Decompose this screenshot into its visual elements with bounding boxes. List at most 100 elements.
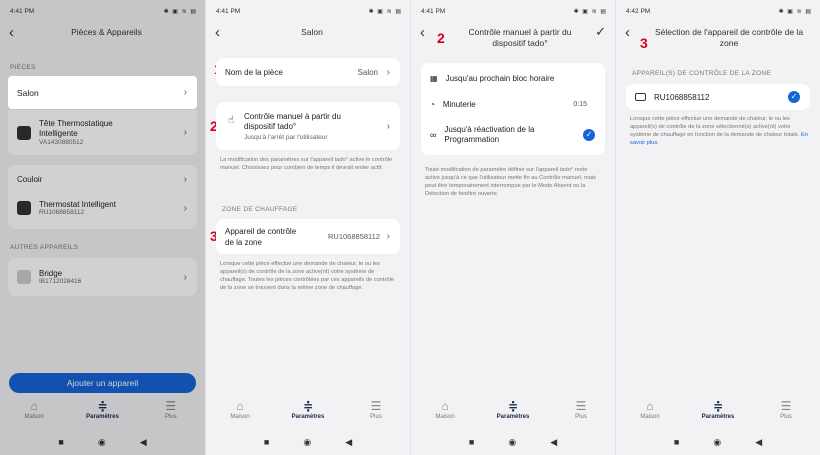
thermostat-icon <box>635 93 646 101</box>
page-title: Sélection de l'appareil de contrôle de l… <box>654 27 804 48</box>
tab-bar: ⌂ Maison ≑ Paramètres ☰ Plus <box>206 398 410 430</box>
checkmark-icon[interactable]: ✓ <box>595 24 606 40</box>
device-tete[interactable]: Tête Thermostatique Intelligente VA14308… <box>8 110 197 155</box>
tab-label: Maison <box>640 414 660 420</box>
recents-icon[interactable]: ■ <box>469 437 474 447</box>
status-bar: 4:41 PM ✱ ▣ ≋ ▤ <box>216 6 402 16</box>
option-reactivation[interactable]: ∞ Jusqu'à réactivation de la Programmati… <box>421 121 605 149</box>
android-navbar: ■ ◉ ◀ <box>616 434 820 450</box>
back-nav-icon[interactable]: ◀ <box>345 437 352 448</box>
annotation-number: 3 <box>640 35 648 51</box>
status-icons: ✱ ▣ ≋ ▤ <box>573 8 607 15</box>
tab-parametres[interactable]: ≑ Paramètres <box>72 398 132 430</box>
tab-maison[interactable]: ⌂ Maison <box>4 398 64 430</box>
option-label: Jusqu'à réactivation de la Programmation <box>444 125 535 144</box>
option-minuterie[interactable]: ◔ Minuterie 0:15 <box>421 93 605 115</box>
chevron-right-icon: › <box>183 87 187 98</box>
section-appareils: APPAREIL(S) DE CONTRÔLE DE LA ZONE <box>632 70 772 77</box>
page-title: Salon <box>301 27 323 37</box>
status-icons: ✱ ▣ ≋ ▤ <box>163 8 197 15</box>
tab-maison[interactable]: ⌂ Maison <box>415 398 475 430</box>
android-navbar: ■ ◉ ◀ <box>206 434 410 450</box>
home-button-icon[interactable]: ◉ <box>98 437 106 448</box>
info-note: Lorsque cette pièce effectue une demande… <box>630 115 808 147</box>
screen-controle-manuel: 4:41 PM ✱ ▣ ≋ ▤ ‹ 2 Contrôle manuel à pa… <box>410 0 615 455</box>
home-icon: ⌂ <box>236 399 244 413</box>
recents-icon[interactable]: ■ <box>58 437 63 447</box>
tab-label: Paramètres <box>701 414 735 420</box>
page-title: Contrôle manuel à partir du dispositif t… <box>468 27 572 48</box>
option-label: Jusqu'au prochain bloc horaire <box>445 73 555 83</box>
back-nav-icon[interactable]: ◀ <box>755 437 762 448</box>
room-card-couloir[interactable]: Couloir › Thermostat Intelligent RU106885… <box>8 165 197 229</box>
row-sub: Jusqu'à l'arrêt par l'utilisateur <box>244 133 328 141</box>
menu-icon: ☰ <box>370 399 382 413</box>
option-prochain-bloc[interactable]: ▦ Jusqu'au prochain bloc horaire <box>421 67 605 89</box>
home-button-icon[interactable]: ◉ <box>508 437 516 448</box>
row-controle-manuel[interactable]: Contrôle manuel à partir du dispositif t… <box>216 102 400 150</box>
back-arrow-icon[interactable]: ‹ <box>9 25 14 40</box>
page-title: Pièces & Appareils <box>71 27 142 37</box>
status-bar: 4:41 PM ✱ ▣ ≋ ▤ <box>10 6 197 16</box>
tab-label: Paramètres <box>291 414 325 420</box>
tab-bar: ⌂ Maison ≑ Paramètres ☰ Plus <box>411 398 615 430</box>
infinity-icon: ∞ <box>430 130 437 140</box>
chevron-right-icon: › <box>183 127 187 138</box>
device-bridge[interactable]: Bridge IB1712028416 › <box>8 258 197 296</box>
row-nom-piece[interactable]: Nom de la pièce Salon › <box>216 58 400 86</box>
selected-check-icon: ✓ <box>788 91 800 103</box>
add-device-button[interactable]: Ajouter un appareil <box>9 373 196 393</box>
status-icons: ✱ ▣ ≋ ▤ <box>778 8 812 15</box>
back-arrow-icon[interactable]: ‹ <box>625 25 630 40</box>
status-bar: 4:41 PM ✱ ▣ ≋ ▤ <box>421 6 607 16</box>
tab-bar: ⌂ Maison ≑ Paramètres ☰ Plus <box>0 398 205 430</box>
tab-plus[interactable]: ☰ Plus <box>551 398 611 430</box>
tab-maison[interactable]: ⌂ Maison <box>620 398 680 430</box>
option-label: Minuterie <box>442 99 476 109</box>
tab-maison[interactable]: ⌂ Maison <box>210 398 270 430</box>
row-appareil-controle[interactable]: Appareil de contrôle de la zone RU106885… <box>216 219 400 254</box>
status-time: 4:41 PM <box>421 7 446 15</box>
status-time: 4:42 PM <box>626 7 651 15</box>
status-time: 4:41 PM <box>10 7 35 15</box>
home-button-icon[interactable]: ◉ <box>713 437 721 448</box>
back-arrow-icon[interactable]: ‹ <box>215 25 220 40</box>
thermostat-icon <box>17 201 31 215</box>
tab-plus[interactable]: ☰ Plus <box>141 398 201 430</box>
row-label: Appareil de contrôle de la zone <box>225 226 297 247</box>
section-pieces: PIÈCES <box>10 64 36 71</box>
sliders-icon: ≑ <box>302 399 314 413</box>
tab-parametres[interactable]: ≑ Paramètres <box>278 398 338 430</box>
header: ‹ Salon <box>206 22 410 50</box>
tab-bar: ⌂ Maison ≑ Paramètres ☰ Plus <box>616 398 820 430</box>
recents-icon[interactable]: ■ <box>674 437 679 447</box>
back-arrow-icon[interactable]: ‹ <box>420 25 425 40</box>
chevron-right-icon: › <box>183 202 187 214</box>
row-value: Salon <box>357 67 378 77</box>
device-option[interactable]: RU1068858112 ✓ <box>626 84 810 110</box>
tab-label: Maison <box>230 414 250 420</box>
calendar-icon: ▦ <box>430 73 438 83</box>
tab-parametres[interactable]: ≑ Paramètres <box>483 398 543 430</box>
sliders-icon: ≑ <box>712 399 724 413</box>
tab-plus[interactable]: ☰ Plus <box>346 398 406 430</box>
tab-label: Plus <box>370 414 382 420</box>
back-nav-icon[interactable]: ◀ <box>550 437 557 448</box>
status-bar: 4:42 PM ✱ ▣ ≋ ▤ <box>626 6 812 16</box>
recents-icon[interactable]: ■ <box>264 437 269 447</box>
home-button-icon[interactable]: ◉ <box>303 437 311 448</box>
menu-icon: ☰ <box>780 399 792 413</box>
chevron-right-icon: › <box>386 66 390 78</box>
tab-plus[interactable]: ☰ Plus <box>756 398 816 430</box>
header: ‹ 3 Sélection de l'appareil de contrôle … <box>616 22 820 51</box>
options-card: ▦ Jusqu'au prochain bloc horaire ◔ Minut… <box>421 63 605 155</box>
room-card-salon[interactable]: Salon › <box>8 76 197 109</box>
sliders-icon: ≑ <box>97 399 108 413</box>
row-value: RU1068858112 <box>328 232 380 241</box>
chevron-right-icon: › <box>386 120 390 132</box>
tab-parametres[interactable]: ≑ Paramètres <box>688 398 748 430</box>
info-note: La modification des paramètres sur l'app… <box>220 157 393 171</box>
device-name: Thermostat Intelligent <box>39 200 116 209</box>
back-nav-icon[interactable]: ◀ <box>140 437 147 448</box>
room-label: Couloir <box>17 174 43 184</box>
